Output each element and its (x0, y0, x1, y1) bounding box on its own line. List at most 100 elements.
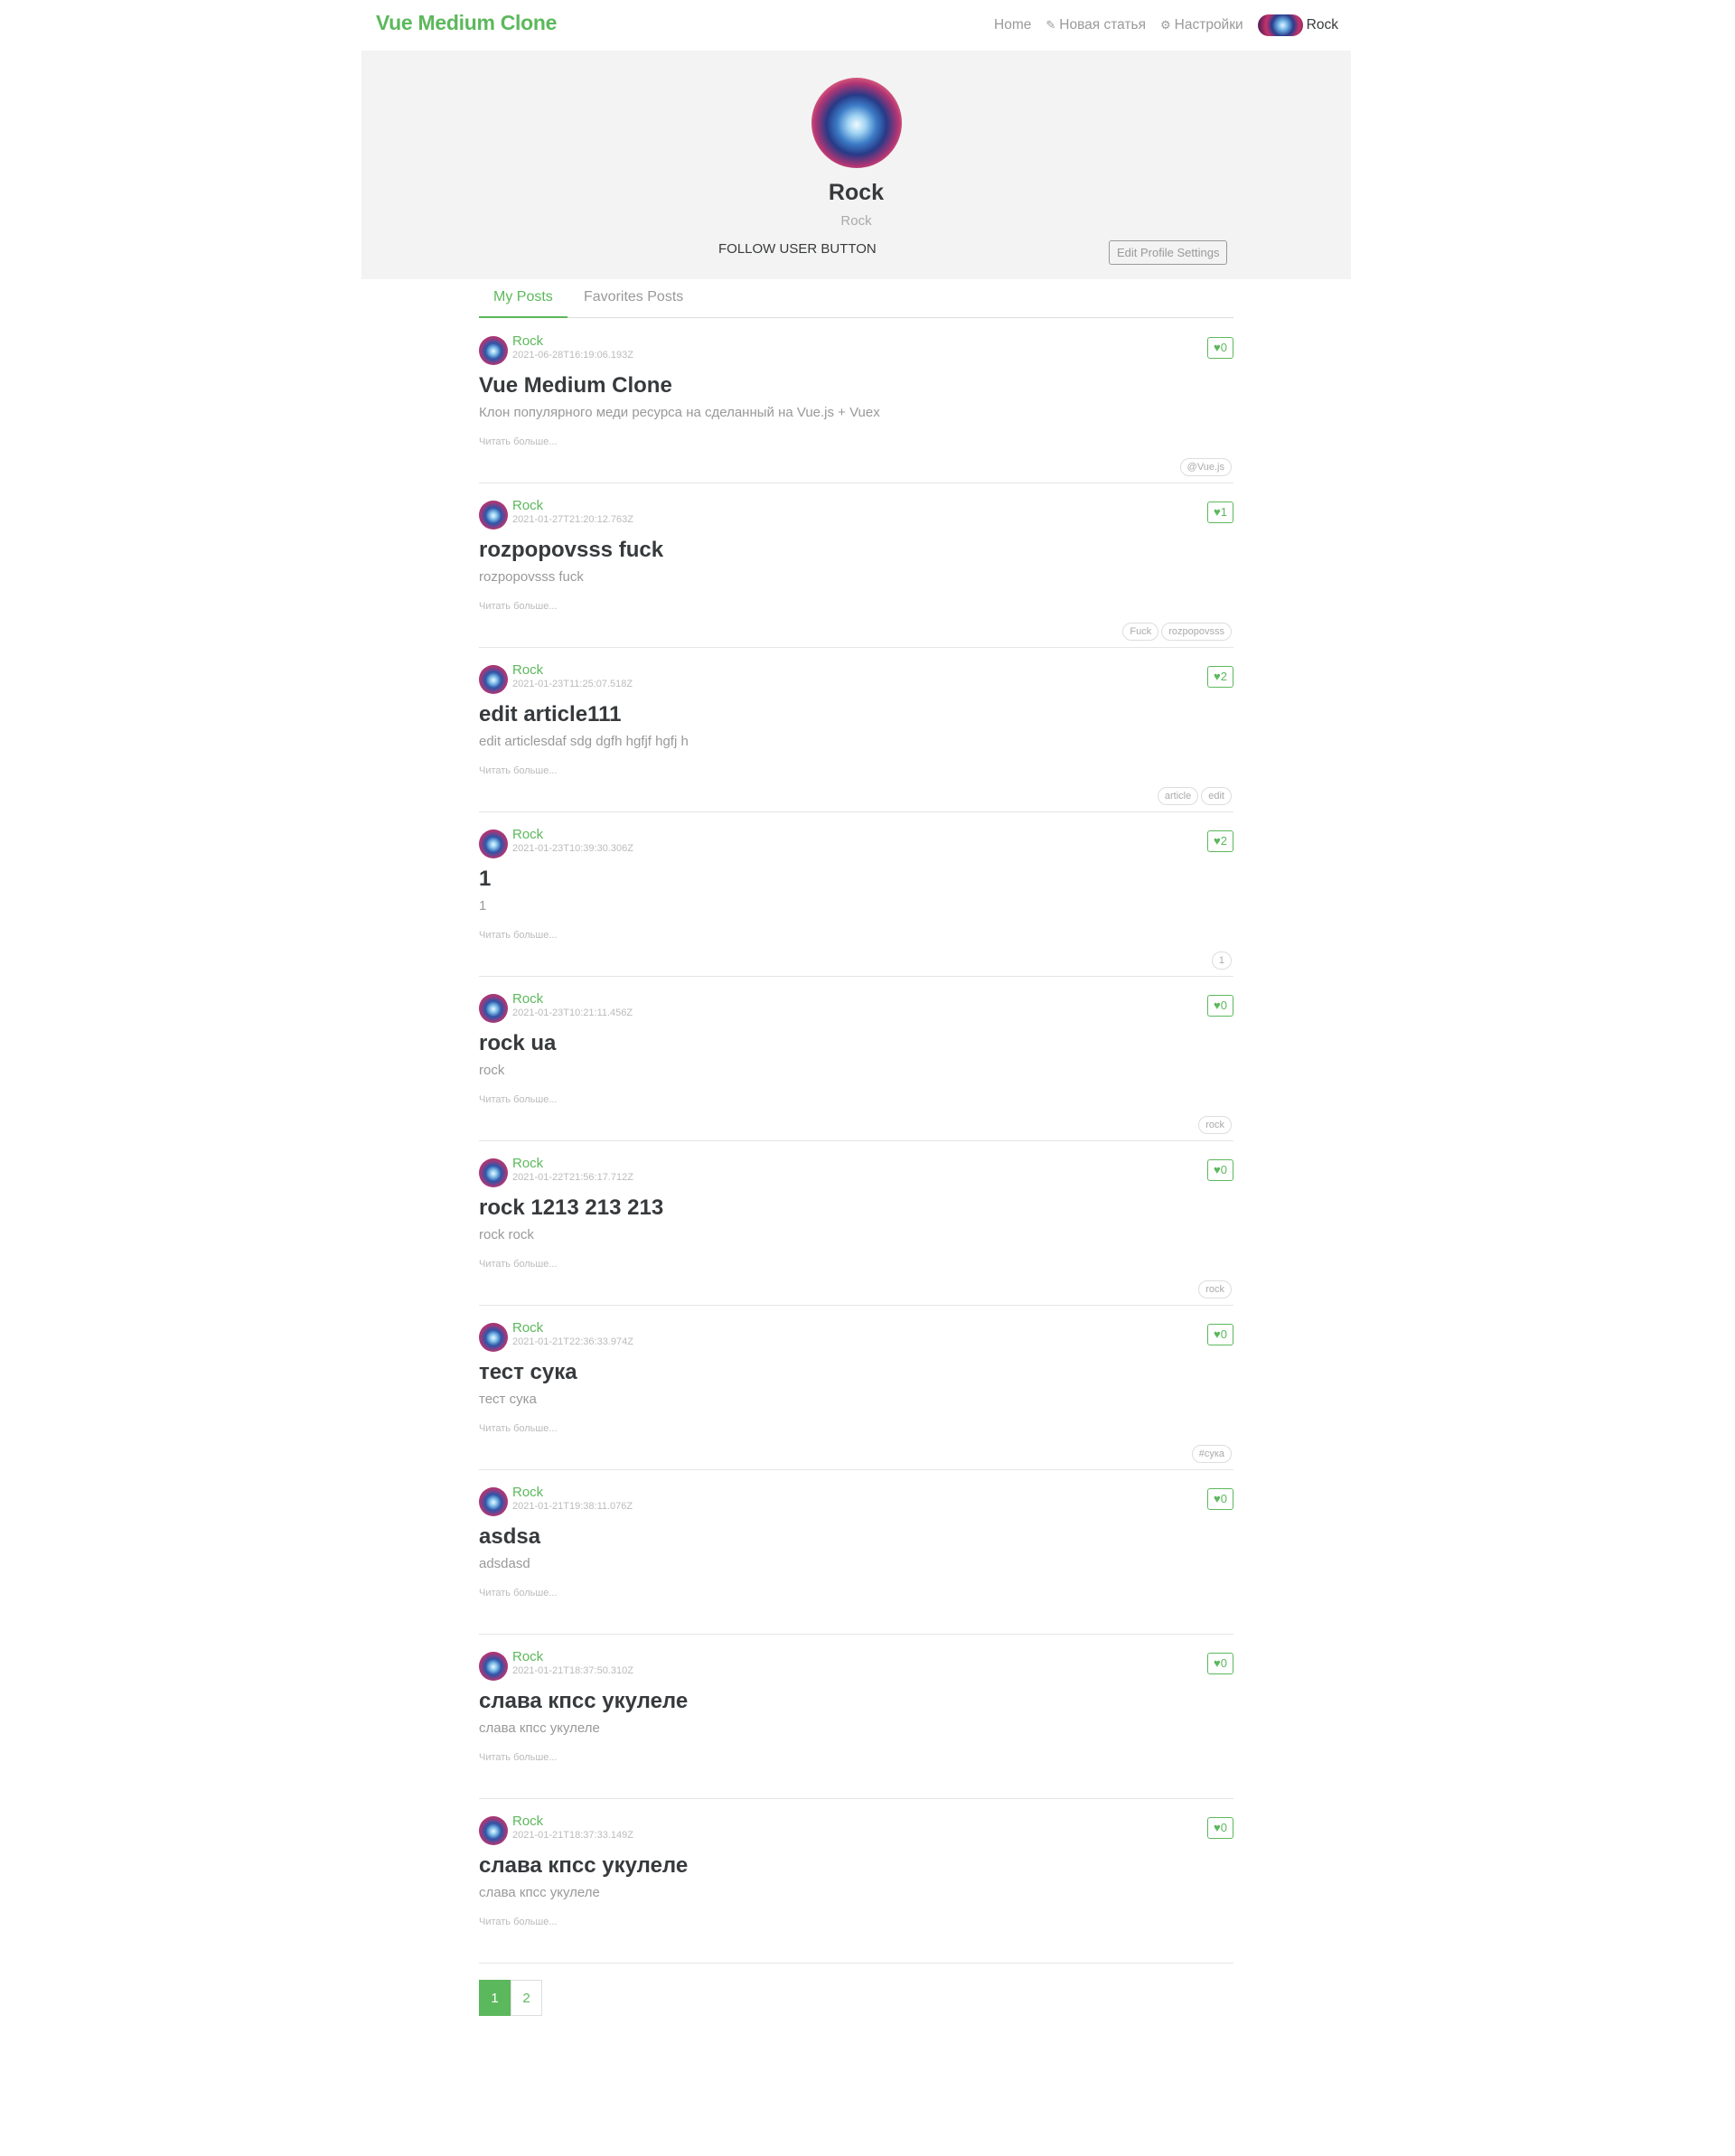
article-title[interactable]: edit article111 (479, 702, 621, 727)
edit-profile-settings-button[interactable]: Edit Profile Settings (1109, 240, 1228, 265)
article-description: rock (479, 1063, 505, 1078)
like-count: 2 (1220, 834, 1227, 848)
article-title[interactable]: 1 (479, 867, 491, 892)
heart-icon: ♥ (1214, 341, 1221, 354)
author-avatar[interactable] (479, 501, 508, 530)
tag-list: rock (1196, 1116, 1232, 1134)
nav-user-label: Rock (1306, 17, 1338, 33)
article-date: 2021-01-21T18:37:50.310Z (512, 1665, 633, 1676)
heart-icon: ♥ (1214, 1492, 1221, 1505)
article-preview: Rock 2021-01-21T18:37:33.149Z ♥0 слава кпсс… (479, 1798, 1233, 1964)
user-avatar (1257, 14, 1303, 36)
article-title[interactable]: rozpopovsss fuck (479, 538, 663, 563)
pagination: 12 (479, 1980, 542, 2016)
article-author[interactable]: Rock (512, 1320, 543, 1336)
author-avatar[interactable] (479, 1652, 508, 1681)
article-date: 2021-01-21T18:37:33.149Z (512, 1830, 633, 1841)
nav-settings[interactable]: ⚙ Настройки (1160, 17, 1243, 33)
read-more-link[interactable]: Читать больше... (479, 765, 558, 776)
author-avatar[interactable] (479, 1816, 508, 1845)
like-button[interactable]: ♥0 (1207, 1159, 1233, 1181)
article-title[interactable]: Vue Medium Clone (479, 373, 672, 398)
tag-pill[interactable]: edit (1201, 787, 1232, 805)
author-avatar[interactable] (479, 665, 508, 694)
article-author[interactable]: Rock (512, 1649, 543, 1664)
article-author[interactable]: Rock (512, 991, 543, 1007)
article-title[interactable]: тест сука (479, 1360, 577, 1385)
tag-pill[interactable]: @Vue.js (1179, 458, 1232, 476)
author-avatar[interactable] (479, 336, 508, 365)
article-author[interactable]: Rock (512, 498, 543, 513)
like-button[interactable]: ♥0 (1207, 1817, 1233, 1839)
tag-pill[interactable]: rock (1198, 1280, 1232, 1298)
article-title[interactable]: asdsa (479, 1524, 540, 1550)
article-date: 2021-01-21T19:38:11.076Z (512, 1501, 633, 1512)
like-button[interactable]: ♥1 (1207, 502, 1233, 523)
nav-home[interactable]: Home (994, 17, 1031, 33)
article-author[interactable]: Rock (512, 1485, 543, 1500)
article-author[interactable]: Rock (512, 827, 543, 842)
like-button[interactable]: ♥0 (1207, 1324, 1233, 1345)
page-link[interactable]: 2 (511, 1980, 542, 2016)
like-button[interactable]: ♥0 (1207, 337, 1233, 359)
follow-user-button[interactable]: FOLLOW USER BUTTON (718, 241, 877, 257)
article-title[interactable]: слава кпсс укулеле (479, 1689, 688, 1714)
author-avatar[interactable] (479, 1323, 508, 1352)
tag-list: rock (1196, 1280, 1232, 1298)
read-more-link[interactable]: Читать больше... (479, 930, 558, 941)
read-more-link[interactable]: Читать больше... (479, 1259, 558, 1270)
nav-links: Home ✎ Новая статья ⚙ Настройки Rock (980, 14, 1338, 36)
article-description: слава кпсс укулеле (479, 1720, 600, 1736)
tab-favorites-posts[interactable]: Favorites Posts (584, 289, 683, 316)
author-avatar[interactable] (479, 830, 508, 858)
nav-new-article[interactable]: ✎ Новая статья (1046, 17, 1146, 33)
read-more-link[interactable]: Читать больше... (479, 436, 558, 447)
like-count: 0 (1220, 1656, 1227, 1670)
nav-user-profile[interactable]: Rock (1257, 14, 1338, 36)
read-more-link[interactable]: Читать больше... (479, 1423, 558, 1434)
article-description: Клон популярного меди ресурса на сделанн… (479, 405, 880, 420)
like-count: 0 (1220, 998, 1227, 1012)
like-button[interactable]: ♥0 (1207, 1653, 1233, 1674)
like-count: 0 (1220, 1163, 1227, 1176)
tag-pill[interactable]: article (1157, 787, 1199, 805)
page-link[interactable]: 1 (479, 1980, 511, 2016)
like-count: 1 (1220, 505, 1227, 519)
article-title[interactable]: rock ua (479, 1031, 556, 1056)
author-avatar[interactable] (479, 1158, 508, 1187)
tag-list: #сука (1189, 1445, 1232, 1463)
like-button[interactable]: ♥2 (1207, 666, 1233, 688)
tag-pill[interactable]: rock (1198, 1116, 1232, 1134)
read-more-link[interactable]: Читать больше... (479, 1588, 558, 1598)
tab-my-posts[interactable]: My Posts (479, 289, 567, 318)
like-button[interactable]: ♥0 (1207, 995, 1233, 1017)
read-more-link[interactable]: Читать больше... (479, 1917, 558, 1927)
author-avatar[interactable] (479, 1487, 508, 1516)
tag-pill[interactable]: #сука (1191, 1445, 1232, 1463)
brand-logo[interactable]: Vue Medium Clone (376, 11, 557, 35)
tag-list: 1 (1209, 951, 1232, 970)
tag-pill[interactable]: rozpopovsss (1161, 623, 1232, 641)
article-date: 2021-01-22T21:56:17.712Z (512, 1172, 633, 1183)
article-title[interactable]: слава кпсс укулеле (479, 1853, 688, 1879)
tag-pill[interactable]: Fuck (1122, 623, 1159, 641)
read-more-link[interactable]: Читать больше... (479, 601, 558, 612)
article-author[interactable]: Rock (512, 1156, 543, 1171)
tag-pill[interactable]: 1 (1211, 951, 1232, 970)
read-more-link[interactable]: Читать больше... (479, 1094, 558, 1105)
heart-icon: ♥ (1214, 1821, 1221, 1834)
like-button[interactable]: ♥0 (1207, 1488, 1233, 1510)
heart-icon: ♥ (1214, 1163, 1221, 1176)
like-count: 0 (1220, 1821, 1227, 1834)
article-preview: Rock 2021-01-23T11:25:07.518Z ♥2 edit artic… (479, 647, 1233, 812)
read-more-link[interactable]: Читать больше... (479, 1752, 558, 1763)
article-author[interactable]: Rock (512, 333, 543, 349)
article-description: edit articlesdaf sdg dgfh hgfjf hgfj h (479, 734, 689, 749)
article-author[interactable]: Rock (512, 1814, 543, 1829)
article-title[interactable]: rock 1213 213 213 (479, 1195, 663, 1221)
like-button[interactable]: ♥2 (1207, 830, 1233, 852)
profile-bio: Rock (840, 213, 872, 229)
author-avatar[interactable] (479, 994, 508, 1023)
article-preview: Rock 2021-01-21T19:38:11.076Z ♥0 asdsa adsda… (479, 1469, 1233, 1635)
article-author[interactable]: Rock (512, 662, 543, 678)
